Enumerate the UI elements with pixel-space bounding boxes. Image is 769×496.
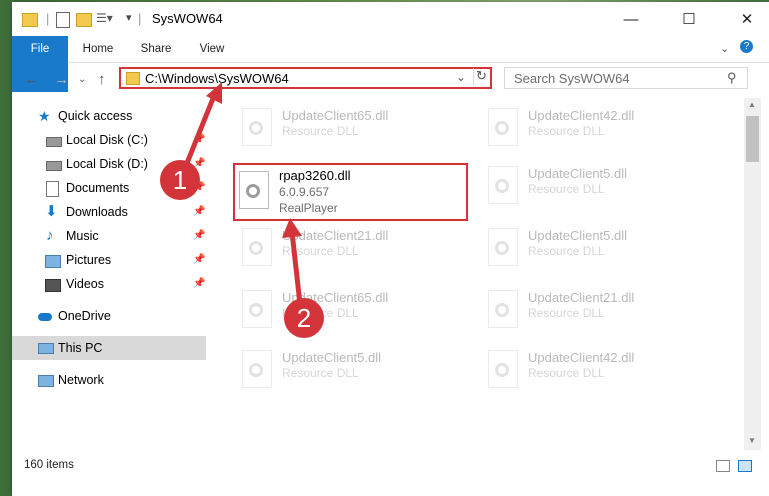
arrow-head-2 [282,218,302,238]
callout-badge-2: 2 [284,298,324,338]
annotation-arrows [180,82,303,305]
arrow-to-file [289,231,303,305]
callout-badge-1: 1 [160,160,200,200]
